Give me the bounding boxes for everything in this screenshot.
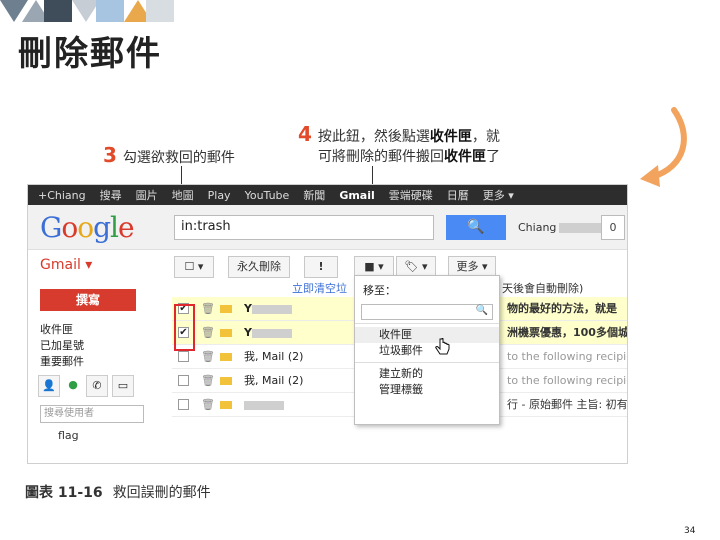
topbar-item-play[interactable]: Play [208, 189, 231, 202]
chat-controls: 👤 ● ✆ ▭ [38, 375, 134, 397]
gmail-screenshot: +Chiang 搜尋 圖片 地圖 Play YouTube 新聞 Gmail 雲… [27, 184, 628, 464]
people-search-input[interactable]: 搜尋使用者 [40, 405, 144, 423]
step4-text-d: 可將刪除的郵件搬回 [318, 149, 444, 165]
menu-item-spam[interactable]: 垃圾郵件 [355, 343, 499, 359]
label-tag-icon[interactable] [220, 305, 232, 313]
move-to-header: 移至： [363, 284, 396, 297]
step4-number: 4 [298, 122, 312, 146]
slide-title: 刪除郵件 [18, 34, 162, 74]
row-sender: Y [244, 321, 292, 345]
step4-text-a: 按此鈕，然後點選 [317, 129, 430, 145]
slide-page: 刪除郵件 4 按此鈕，然後點選收件匣，就 可將刪除的郵件搬回收件匣了 3 勾選欲救回… [0, 0, 720, 540]
topbar-item-gmail[interactable]: Gmail [339, 189, 374, 202]
row-sender: 我, Mail (2) [244, 374, 304, 387]
trash-icon: 🗑 [201, 326, 215, 339]
row-checkbox[interactable] [178, 375, 189, 386]
report-spam-button[interactable]: ! [304, 256, 338, 278]
nav-item-important[interactable]: 重要郵件 [40, 353, 84, 369]
status-dot-icon[interactable]: ● [64, 375, 82, 397]
menu-item-inbox[interactable]: 收件匣 [355, 327, 499, 343]
user-name[interactable]: Chiang [518, 221, 602, 234]
topbar-item-maps[interactable]: 地圖 [172, 187, 194, 203]
step4-text-f: 了 [486, 149, 500, 165]
label-tag-icon[interactable] [220, 329, 232, 337]
row-sender [244, 393, 284, 417]
avatar[interactable]: 👤 [38, 375, 60, 397]
step4-text-e: 收件匣 [444, 149, 486, 165]
gmail-menu-label[interactable]: Gmail ▾ [40, 257, 92, 273]
search-icon: 🔍 [475, 305, 488, 316]
delete-forever-button[interactable]: 永久刪除 [228, 256, 290, 278]
search-icon: 🔍 [467, 219, 485, 235]
label-tag-icon[interactable] [220, 377, 232, 385]
page-number: 34 [684, 526, 696, 536]
search-input[interactable]: in:trash [174, 215, 434, 240]
search-row: Google in:trash 🔍 Chiang 0 [28, 205, 627, 250]
topbar-item-calendar[interactable]: 日曆 [447, 187, 469, 203]
empty-trash-link[interactable]: 立即清空垃 [292, 282, 347, 295]
google-bar: +Chiang 搜尋 圖片 地圖 Play YouTube 新聞 Gmail 雲… [28, 185, 627, 205]
checkbox-highlight-box [174, 304, 195, 351]
compose-button[interactable]: 撰寫 [40, 289, 136, 311]
search-button[interactable]: 🔍 [446, 215, 506, 240]
topbar-item-search[interactable]: 搜尋 [100, 187, 122, 203]
google-logo: Google [40, 211, 135, 244]
nav-item-inbox[interactable]: 收件匣 [40, 321, 73, 337]
row-snippet: 洲機票優惠，100多個城 [507, 326, 628, 339]
topbar-item-youtube[interactable]: YouTube [245, 189, 290, 202]
figure-text: 救回誤刪的郵件 [112, 485, 211, 501]
figure-caption: 圖表 11-16 救回誤刪的郵件 [25, 482, 211, 502]
topbar-item-images[interactable]: 圖片 [136, 187, 158, 203]
contact-flag[interactable]: flag [58, 429, 79, 442]
nav-item-starred[interactable]: 已加星號 [40, 337, 84, 353]
label-tag-icon[interactable] [220, 401, 232, 409]
figure-label: 圖表 11-16 [25, 485, 103, 501]
row-sender: 我, Mail (2) [244, 350, 304, 363]
trash-icon: 🗑 [201, 374, 215, 387]
row-sender: Y [244, 297, 292, 321]
trash-notice-text: 天後會自動刪除) [502, 282, 584, 295]
trash-icon: 🗑 [201, 350, 215, 363]
topbar-item-drive[interactable]: 雲端硬碟 [389, 187, 433, 203]
topbar-item-more[interactable]: 更多 ▾ [483, 187, 514, 203]
step4-text-b: 收件匣 [429, 129, 472, 145]
row-checkbox[interactable] [178, 351, 189, 362]
phone-icon[interactable]: ✆ [86, 375, 108, 397]
row-checkbox[interactable] [178, 399, 189, 410]
annotation-step4: 4 按此鈕，然後點選收件匣，就 可將刪除的郵件搬回收件匣了 [298, 124, 500, 167]
step3-number: 3 [103, 143, 117, 167]
step3-text: 勾選欲救回的郵件 [122, 150, 235, 166]
row-snippet: to the following recipien [507, 374, 628, 387]
toolbar: Gmail ▾ ☐ ▾ 永久刪除 ! ■ ▾ 🏷 ▾ 更多 ▾ [28, 250, 627, 280]
topbar-item-account[interactable]: +Chiang [38, 189, 86, 202]
row-snippet: 行 - 原始郵件 主旨: 初有 [507, 398, 628, 411]
label-tag-icon[interactable] [220, 353, 232, 361]
select-dropdown-button[interactable]: ☐ ▾ [174, 256, 214, 278]
left-sidebar: 撰寫 收件匣 已加星號 重要郵件 👤 ● ✆ ▭ 搜尋使用者 flag [28, 281, 168, 461]
annotation-step3: 3 勾選欲救回的郵件 [103, 145, 235, 168]
topbar-item-news[interactable]: 新聞 [303, 187, 325, 203]
menu-item-manage-labels[interactable]: 管理標籤 [355, 382, 499, 398]
row-snippet: to the following recipien [507, 350, 628, 363]
curved-arrow-icon [640, 107, 687, 187]
chat-icon[interactable]: ▭ [112, 375, 134, 397]
trash-icon: 🗑 [201, 398, 215, 411]
header-decoration [0, 0, 174, 22]
menu-item-create-new[interactable]: 建立新的 [355, 366, 499, 382]
trash-icon: 🗑 [201, 302, 215, 315]
move-to-dropdown: 移至： 🔍 收件匣 垃圾郵件 建立新的 管理標籤 [354, 275, 500, 425]
notification-count[interactable]: 0 [601, 215, 625, 240]
hand-cursor-icon [435, 338, 450, 355]
step4-text-c: ，就 [471, 129, 500, 145]
move-to-search-input[interactable]: 🔍 [361, 304, 493, 320]
row-snippet: 物的最好的方法，就是 [507, 302, 617, 315]
